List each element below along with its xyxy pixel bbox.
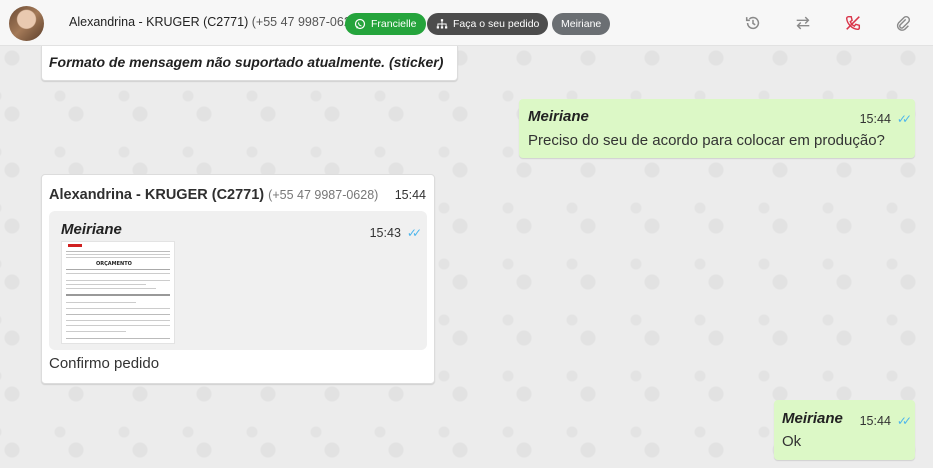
message-time: 15:44 <box>394 188 426 202</box>
message-meta: 15:44 ✓✓ <box>859 110 912 128</box>
end-call-button[interactable] <box>843 13 863 33</box>
outgoing-message[interactable]: Meiriane 15:44 ✓✓ Preciso do seu de acord… <box>519 99 915 158</box>
message-time: 15:44 <box>859 414 891 428</box>
doc-title: ORÇAMENTO <box>96 261 132 267</box>
message-sender: Meiriane <box>528 108 589 125</box>
read-ticks-icon: ✓✓ <box>896 414 912 428</box>
assignee-chip-label: Meiriane <box>561 18 602 30</box>
outgoing-message[interactable]: Meiriane 15:44 ✓✓ Ok <box>774 400 915 460</box>
quoted-sender: Meiriane <box>61 221 122 238</box>
message-sender: Meiriane <box>782 410 843 427</box>
attach-button[interactable] <box>893 13 913 33</box>
flow-chip-label: Faça o seu pedido <box>453 18 540 30</box>
doc-logo <box>68 244 82 247</box>
incoming-message[interactable]: Alexandrina - KRUGER (C2771) (+55 47 998… <box>41 174 435 384</box>
unsupported-message-text: Formato de mensagem não suportado atualm… <box>49 54 444 70</box>
message-text: Confirmo pedido <box>49 355 160 372</box>
contact-name: Alexandrina - KRUGER (C2771) <box>69 15 249 29</box>
agent-chip[interactable]: Francielle <box>345 13 426 35</box>
agent-chip-label: Francielle <box>371 18 417 30</box>
history-icon <box>745 16 760 30</box>
message-meta: 15:44 ✓✓ <box>859 412 912 430</box>
read-ticks-icon: ✓✓ <box>406 226 422 240</box>
chat-header: Alexandrina - KRUGER (C2771) (+55 47 998… <box>0 0 933 46</box>
whatsapp-icon <box>354 18 366 30</box>
incoming-message[interactable]: Formato de mensagem não suportado atualm… <box>41 46 458 81</box>
quoted-meta: 15:43 ✓✓ <box>369 224 422 242</box>
assignee-chip[interactable]: Meiriane <box>552 13 611 35</box>
read-ticks-icon: ✓✓ <box>896 112 912 126</box>
message-text: Preciso do seu de acordo para colocar em… <box>528 132 885 149</box>
message-author: Alexandrina - KRUGER (C2771) (+55 47 998… <box>49 187 378 203</box>
sitemap-icon <box>436 19 448 29</box>
flow-chip[interactable]: Faça o seu pedido <box>427 13 549 35</box>
document-thumbnail[interactable]: ORÇAMENTO <box>61 241 175 344</box>
message-time: 15:44 <box>859 112 891 126</box>
message-text: Ok <box>782 433 802 450</box>
quoted-message[interactable]: Meiriane 15:43 ✓✓ ORÇAMENTO <box>49 211 427 350</box>
author-phone: (+55 47 9987-0628) <box>268 188 379 202</box>
transfer-button[interactable] <box>793 13 813 33</box>
contact-title[interactable]: Alexandrina - KRUGER (C2771) (+55 47 998… <box>69 15 362 29</box>
history-button[interactable] <box>743 13 763 33</box>
attach-icon <box>896 15 911 31</box>
contact-avatar[interactable] <box>9 6 44 41</box>
quoted-time: 15:43 <box>369 226 401 240</box>
transfer-icon <box>796 16 810 30</box>
author-name: Alexandrina - KRUGER (C2771) <box>49 187 265 203</box>
end-call-icon <box>845 15 861 31</box>
